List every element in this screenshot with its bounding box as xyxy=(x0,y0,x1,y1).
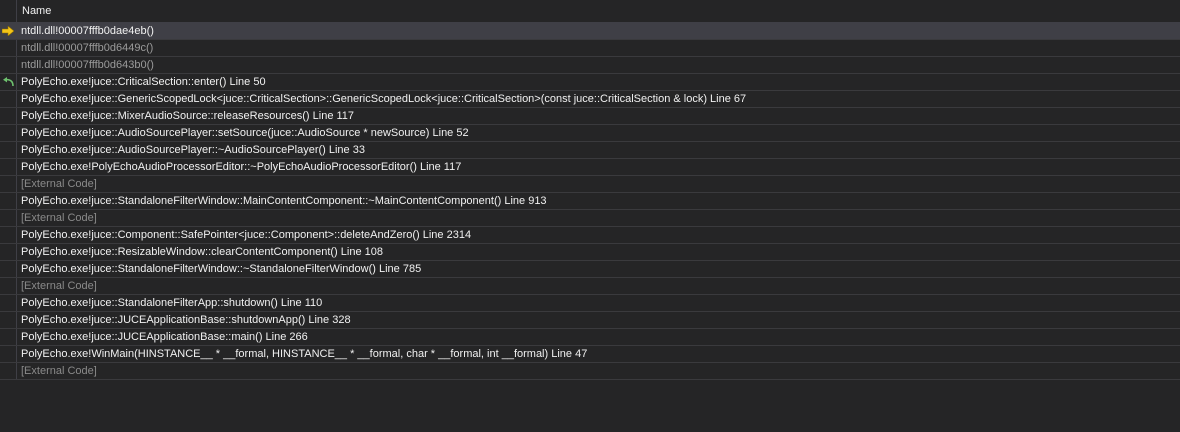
frame-indicator-gutter xyxy=(0,295,17,311)
frame-indicator-gutter xyxy=(0,346,17,362)
frame-name: PolyEcho.exe!juce::JUCEApplicationBase::… xyxy=(21,331,308,343)
frame-indicator-gutter xyxy=(0,363,17,379)
frame-indicator-gutter xyxy=(0,193,17,209)
frame-indicator-gutter xyxy=(0,329,17,345)
frame-name: [External Code] xyxy=(21,212,97,224)
frame-name: PolyEcho.exe!WinMain(HINSTANCE__ * __for… xyxy=(21,348,588,360)
name-column-header[interactable]: Name xyxy=(17,0,1180,22)
frame-name: PolyEcho.exe!juce::CriticalSection::ente… xyxy=(21,76,266,88)
frame-name: PolyEcho.exe!juce::StandaloneFilterApp::… xyxy=(21,297,323,309)
frame-name: [External Code] xyxy=(21,365,97,377)
frame-name: ntdll.dll!00007fffb0d6449c() xyxy=(21,42,154,54)
frame-indicator-gutter xyxy=(0,159,17,175)
frame-name: PolyEcho.exe!juce::Component::SafePointe… xyxy=(21,229,472,241)
external-code-row[interactable]: [External Code] xyxy=(0,210,1180,227)
frame-indicator-gutter xyxy=(0,23,17,39)
stack-frame-row[interactable]: PolyEcho.exe!juce::AudioSourcePlayer::~A… xyxy=(0,142,1180,159)
stack-frame-row[interactable]: PolyEcho.exe!juce::JUCEApplicationBase::… xyxy=(0,329,1180,346)
frame-indicator-gutter xyxy=(0,244,17,260)
return-point-icon xyxy=(2,76,14,88)
stack-frame-row[interactable]: PolyEcho.exe!juce::CriticalSection::ente… xyxy=(0,74,1180,91)
frame-name: PolyEcho.exe!juce::StandaloneFilterWindo… xyxy=(21,195,547,207)
call-stack-list: ntdll.dll!00007fffb0dae4eb() ntdll.dll!00… xyxy=(0,23,1180,380)
frame-indicator-gutter xyxy=(0,57,17,73)
frame-name: [External Code] xyxy=(21,280,97,292)
frame-indicator-gutter xyxy=(0,210,17,226)
stack-frame-row[interactable]: ntdll.dll!00007fffb0d6449c() xyxy=(0,40,1180,57)
frame-indicator-gutter xyxy=(0,40,17,56)
frame-name: PolyEcho.exe!juce::JUCEApplicationBase::… xyxy=(21,314,351,326)
stack-frame-row[interactable]: PolyEcho.exe!juce::ResizableWindow::clea… xyxy=(0,244,1180,261)
column-header-row: Name xyxy=(0,0,1180,23)
frame-indicator-gutter xyxy=(0,108,17,124)
stack-frame-row[interactable]: PolyEcho.exe!juce::StandaloneFilterWindo… xyxy=(0,261,1180,278)
frame-indicator-gutter xyxy=(0,261,17,277)
stack-frame-row[interactable]: PolyEcho.exe!juce::GenericScopedLock<juc… xyxy=(0,91,1180,108)
frame-indicator-gutter xyxy=(0,312,17,328)
external-code-row[interactable]: [External Code] xyxy=(0,176,1180,193)
frame-name: [External Code] xyxy=(21,178,97,190)
frame-indicator-gutter xyxy=(0,142,17,158)
frame-indicator-gutter xyxy=(0,227,17,243)
stack-frame-row[interactable]: PolyEcho.exe!juce::MixerAudioSource::rel… xyxy=(0,108,1180,125)
frame-name: PolyEcho.exe!juce::MixerAudioSource::rel… xyxy=(21,110,355,122)
stack-frame-row[interactable]: ntdll.dll!00007fffb0dae4eb() xyxy=(0,23,1180,40)
frame-name: PolyEcho.exe!juce::StandaloneFilterWindo… xyxy=(21,263,422,275)
frame-indicator-gutter xyxy=(0,278,17,294)
frame-name: ntdll.dll!00007fffb0dae4eb() xyxy=(21,25,154,37)
frame-name: PolyEcho.exe!juce::GenericScopedLock<juc… xyxy=(21,93,747,105)
stack-frame-row[interactable]: PolyEcho.exe!juce::StandaloneFilterWindo… xyxy=(0,193,1180,210)
frame-name: PolyEcho.exe!PolyEchoAudioProcessorEdito… xyxy=(21,161,462,173)
stack-frame-row[interactable]: ntdll.dll!00007fffb0d643b0() xyxy=(0,57,1180,74)
stack-frame-row[interactable]: PolyEcho.exe!juce::Component::SafePointe… xyxy=(0,227,1180,244)
current-frame-arrow-icon xyxy=(2,26,14,36)
frame-indicator-gutter xyxy=(0,125,17,141)
indicator-gutter-header xyxy=(0,0,17,22)
frame-name: PolyEcho.exe!juce::ResizableWindow::clea… xyxy=(21,246,383,258)
external-code-row[interactable]: [External Code] xyxy=(0,363,1180,380)
stack-frame-row[interactable]: PolyEcho.exe!juce::JUCEApplicationBase::… xyxy=(0,312,1180,329)
stack-frame-row[interactable]: PolyEcho.exe!WinMain(HINSTANCE__ * __for… xyxy=(0,346,1180,363)
frame-indicator-gutter xyxy=(0,176,17,192)
frame-name: PolyEcho.exe!juce::AudioSourcePlayer::se… xyxy=(21,127,469,139)
frame-indicator-gutter xyxy=(0,91,17,107)
frame-indicator-gutter xyxy=(0,74,17,90)
stack-frame-row[interactable]: PolyEcho.exe!PolyEchoAudioProcessorEdito… xyxy=(0,159,1180,176)
external-code-row[interactable]: [External Code] xyxy=(0,278,1180,295)
frame-name: ntdll.dll!00007fffb0d643b0() xyxy=(21,59,154,71)
stack-frame-row[interactable]: PolyEcho.exe!juce::AudioSourcePlayer::se… xyxy=(0,125,1180,142)
frame-name: PolyEcho.exe!juce::AudioSourcePlayer::~A… xyxy=(21,144,365,156)
stack-frame-row[interactable]: PolyEcho.exe!juce::StandaloneFilterApp::… xyxy=(0,295,1180,312)
call-stack-panel: Name ntdll.dll!00007fffb0dae4eb() ntdll.d… xyxy=(0,0,1180,432)
